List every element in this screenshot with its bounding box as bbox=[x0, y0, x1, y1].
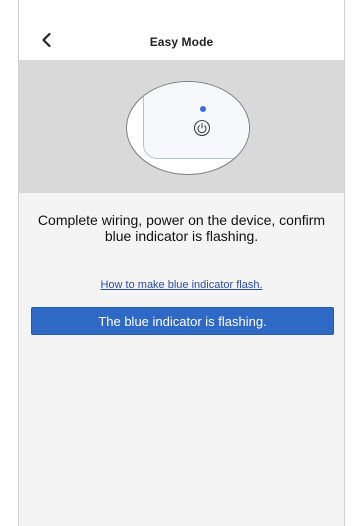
indicator-flashing-button[interactable]: The blue indicator is flashing. bbox=[31, 307, 334, 335]
device-illustration bbox=[126, 81, 250, 175]
device-illustration-panel bbox=[19, 60, 344, 193]
blue-indicator-led bbox=[200, 106, 206, 112]
instruction-text: Complete wiring, power on the device, co… bbox=[37, 212, 326, 244]
page-title: Easy Mode bbox=[149, 35, 214, 49]
navigation-bar: Easy Mode bbox=[19, 0, 344, 60]
power-icon bbox=[193, 119, 211, 137]
help-link[interactable]: How to make blue indicator flash. bbox=[19, 279, 344, 291]
app-screen: Easy Mode Complete wiring, power on the … bbox=[18, 0, 345, 526]
